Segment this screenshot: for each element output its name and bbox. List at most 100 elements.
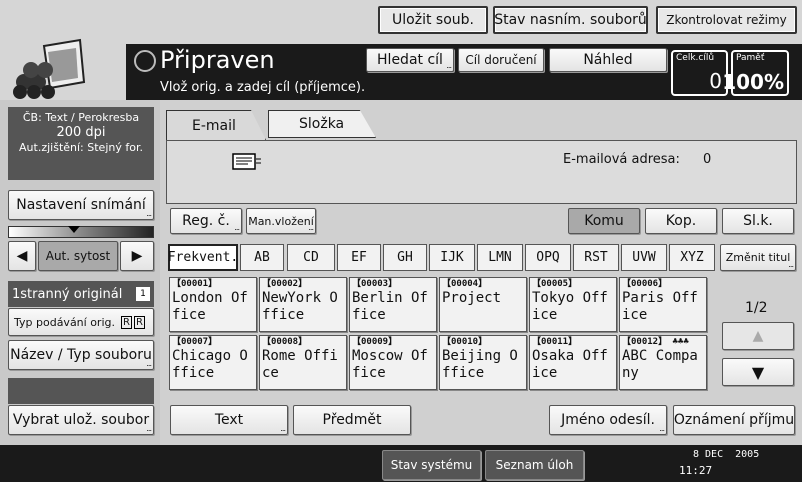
destination-name: Moscow Office <box>352 348 428 381</box>
registration-number-button[interactable]: Reg. č.... <box>170 208 242 234</box>
index-tab-gh[interactable]: GH <box>383 244 427 271</box>
destination-name: Paris Office <box>622 290 698 323</box>
destination-number: 【00004】 <box>442 279 488 289</box>
check-modes-button[interactable]: Zkontrolovat režimy <box>656 6 797 34</box>
file-name-type-button[interactable]: Název / Typ souboru... <box>8 340 154 370</box>
email-address-label: E-mailová adresa: <box>563 152 680 167</box>
destination-name: Osaka Office <box>532 348 608 381</box>
manual-entry-label: Man.vložení <box>248 214 314 228</box>
index-tab-uvw[interactable]: UVW <box>621 244 667 271</box>
index-tab-xyz[interactable]: XYZ <box>669 244 715 271</box>
destination-2[interactable]: 【00002】 NewYork Office <box>259 277 347 332</box>
scan-mode-text: ČB: Text / Perokresba <box>22 111 140 124</box>
select-stored-file-button[interactable]: Vybrat ulož. soubor... <box>8 405 154 435</box>
destination-10[interactable]: 【00010】 Beijing Office <box>439 335 527 390</box>
bcc-button[interactable]: Sl.k. <box>722 208 794 234</box>
destination-name: London Office <box>172 290 248 323</box>
preview-button[interactable]: Náhled <box>549 48 667 72</box>
total-destinations-value: 0 <box>709 69 722 93</box>
destination-12[interactable]: 【00012】 ♣♣♣ ABC Company <box>619 335 707 390</box>
sender-name-label: Jméno odesíl. <box>561 412 655 428</box>
density-indicator-icon <box>68 226 80 233</box>
subject-button[interactable]: Předmět <box>293 405 411 435</box>
delivery-destination-button[interactable]: Cíl doručení <box>458 48 544 72</box>
index-tab-rst[interactable]: RST <box>573 244 619 271</box>
memory-counter: Paměť 100% <box>722 50 789 96</box>
page-up-button[interactable]: ▲ <box>722 322 794 350</box>
destination-9[interactable]: 【00009】 Moscow Office <box>349 335 437 390</box>
scan-status-button[interactable]: Stav nasním. souborů <box>493 6 648 34</box>
scan-settings-label: Nastavení snímání <box>16 197 146 213</box>
destination-6[interactable]: 【00006】 Paris Office <box>619 277 707 332</box>
density-lighter-button[interactable]: ◀ <box>8 241 36 271</box>
tab-folder[interactable]: Složka <box>268 110 376 138</box>
destination-number: 【00012】 ♣♣♣ <box>622 337 704 348</box>
destination-number: 【00005】 <box>532 279 578 289</box>
feed-type-button[interactable]: Typ podávání orig. R R <box>8 308 154 336</box>
search-destination-button[interactable]: Hledat cíl... <box>366 48 454 72</box>
destination-number-text: 【00012】 <box>622 337 668 347</box>
original-type-display: 1stranný originál 1 <box>8 281 154 307</box>
email-envelope-icon <box>232 152 262 172</box>
manual-entry-button[interactable]: Man.vložení... <box>246 208 316 234</box>
destination-number: 【00011】 <box>532 337 578 347</box>
email-address-count: 0 <box>703 152 712 167</box>
destination-name: Tokyo Office <box>532 290 608 323</box>
destination-1[interactable]: 【00001】 London Office <box>169 277 257 332</box>
index-tab-lmn[interactable]: LMN <box>477 244 523 271</box>
destination-number: 【00006】 <box>622 279 668 289</box>
page-indicator: 1/2 <box>745 300 768 316</box>
feed-type-label: Typ podávání orig. <box>14 315 115 329</box>
tab-email-label: E-mail <box>192 117 236 134</box>
destination-number: 【00003】 <box>352 279 398 289</box>
subject-label: Předmět <box>322 412 382 428</box>
resolution-text: 200 dpi <box>56 125 106 140</box>
change-title-button[interactable]: Změnit titul... <box>720 244 796 271</box>
index-tab-opq[interactable]: OPQ <box>525 244 571 271</box>
index-tab-ef[interactable]: EF <box>337 244 381 271</box>
index-tab-cd[interactable]: CD <box>287 244 335 271</box>
sender-name-button[interactable]: Jméno odesíl.... <box>549 405 667 435</box>
destination-number: 【00002】 <box>262 279 308 289</box>
registration-number-label: Reg. č. <box>182 213 230 229</box>
destination-name: ABC Company <box>622 348 698 381</box>
index-tab-ijk[interactable]: IJK <box>429 244 475 271</box>
density-darker-button[interactable]: ▶ <box>120 241 154 271</box>
scan-info-box: ČB: Text / Perokresba 200 dpi Aut.zjiště… <box>8 107 154 180</box>
scan-settings-button[interactable]: Nastavení snímání... <box>8 190 154 220</box>
cc-button[interactable]: Kop. <box>645 208 717 234</box>
page-down-button[interactable]: ▼ <box>722 358 794 386</box>
destination-name: Beijing Office <box>442 348 518 381</box>
tab-folder-label: Složka <box>299 116 345 132</box>
index-tab-ab[interactable]: AB <box>240 244 284 271</box>
destination-11[interactable]: 【00011】 Osaka Office <box>529 335 617 390</box>
destination-number: 【00009】 <box>352 337 398 347</box>
tab-email[interactable]: E-mail <box>166 110 266 140</box>
orientation-icon: R <box>121 315 132 329</box>
destination-number: 【00007】 <box>172 337 218 347</box>
system-status-button[interactable]: Stav systému <box>382 450 481 480</box>
destination-name: Chicago Office <box>172 348 248 381</box>
destination-3[interactable]: 【00003】 Berlin Office <box>349 277 437 332</box>
text-button[interactable]: Text... <box>170 405 288 435</box>
destination-8[interactable]: 【00008】 Rome Office <box>259 335 347 390</box>
auto-density-button[interactable]: Aut. sytost <box>38 241 118 271</box>
original-type-label: 1stranný originál <box>12 286 123 302</box>
job-list-button[interactable]: Seznam úloh <box>485 450 584 480</box>
one-sided-icon: 1 <box>136 287 150 301</box>
receipt-notice-label: Oznámení příjmu <box>673 412 795 428</box>
index-tab-frequent[interactable]: Frekvent. <box>168 244 238 271</box>
total-destinations-label: Celk.cílů <box>676 53 715 63</box>
spacer-box <box>8 378 154 404</box>
destination-7[interactable]: 【00007】 Chicago Office <box>169 335 257 390</box>
density-scale <box>8 226 154 238</box>
select-stored-file-label: Vybrat ulož. soubor <box>12 412 150 428</box>
search-destination-label: Hledat cíl <box>377 52 443 68</box>
save-file-button[interactable]: Uložit soub. <box>378 6 488 34</box>
destination-4[interactable]: 【00004】 Project <box>439 277 527 332</box>
destination-5[interactable]: 【00005】 Tokyo Office <box>529 277 617 332</box>
to-button[interactable]: Komu <box>568 208 640 234</box>
group-icon: ♣♣♣ <box>672 337 689 347</box>
receipt-notice-button[interactable]: Oznámení příjmu <box>673 405 795 435</box>
total-destinations-counter: Celk.cílů 0 <box>671 50 728 96</box>
